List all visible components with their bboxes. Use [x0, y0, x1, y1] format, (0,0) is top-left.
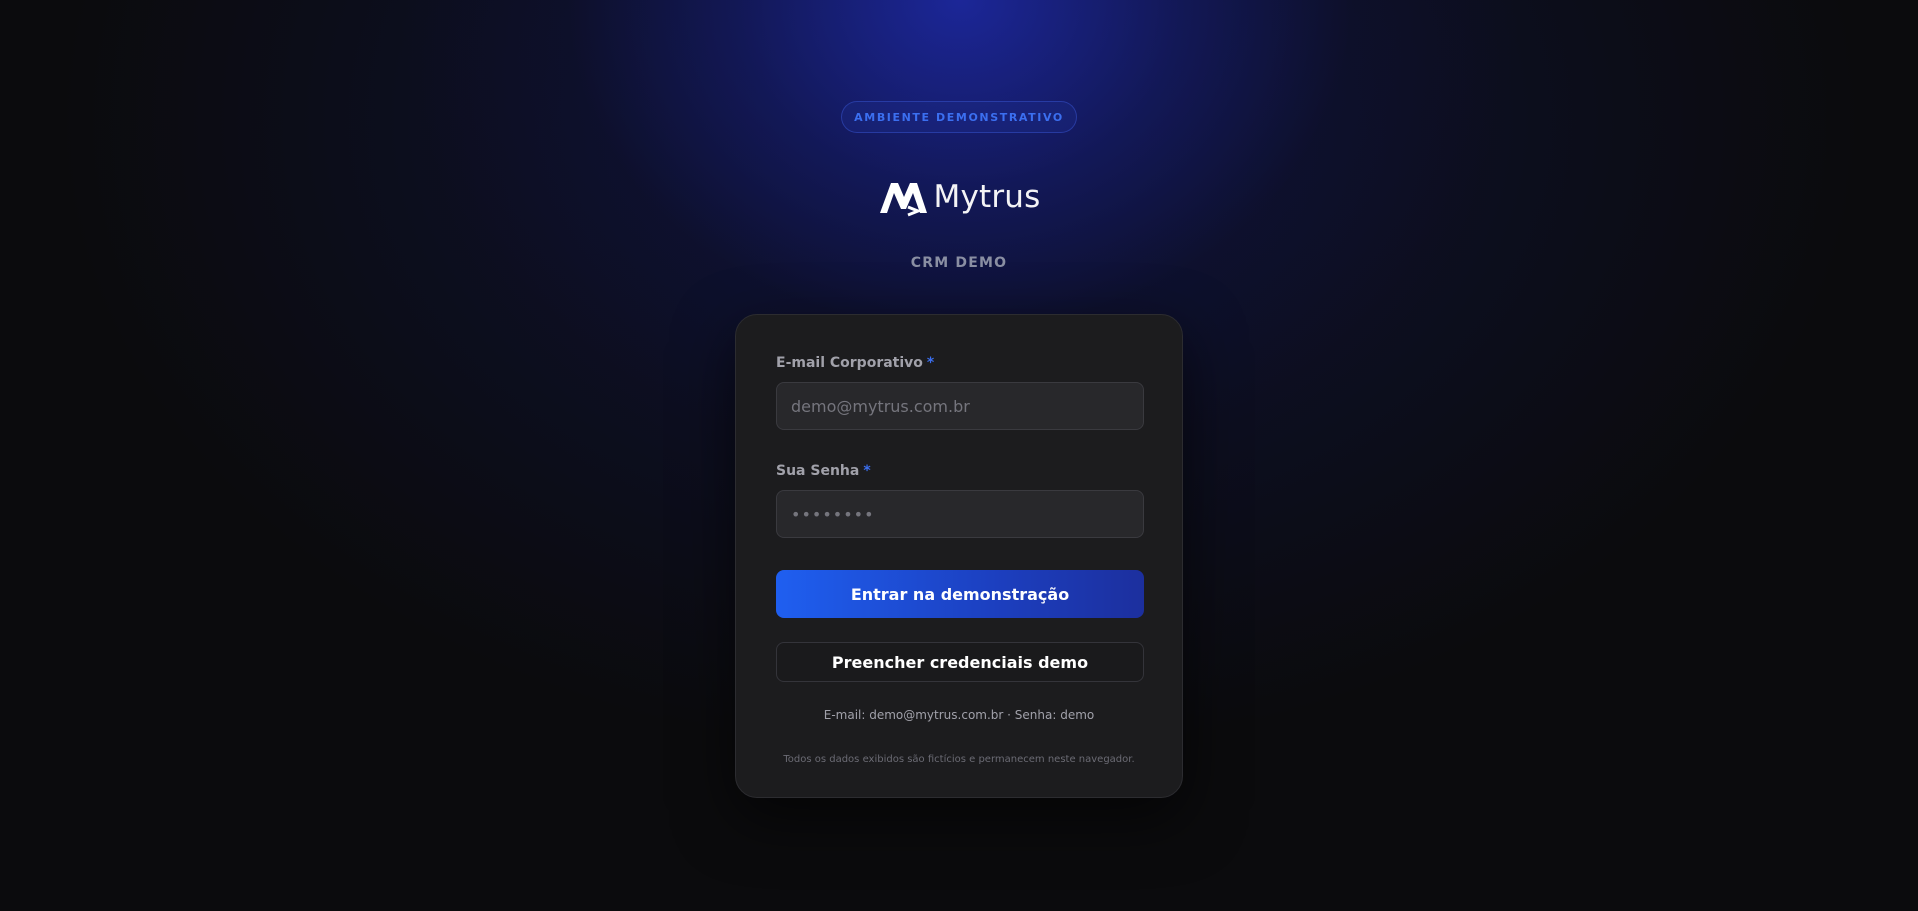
environment-badge: AMBIENTE DEMONSTRATIVO — [841, 101, 1077, 133]
login-page: AMBIENTE DEMONSTRATIVO Mytrus CRM DEMO E… — [0, 0, 1918, 798]
mytrus-logo-icon — [878, 177, 928, 217]
demo-disclaimer: Todos os dados exibidos são fictícios e … — [783, 754, 1135, 765]
password-required-mark: * — [863, 463, 871, 479]
fill-demo-credentials-button[interactable]: Preencher credenciais demo — [776, 642, 1144, 682]
email-label-text: E-mail Corporativo — [776, 355, 923, 371]
brand-name: Mytrus — [933, 179, 1041, 215]
product-subtitle: CRM DEMO — [910, 255, 1008, 271]
demo-credentials-hint: E-mail: demo@mytrus.com.br · Senha: demo — [823, 708, 1095, 722]
password-label-text: Sua Senha — [776, 463, 860, 479]
email-label: E-mail Corporativo * — [776, 355, 1142, 373]
login-submit-button[interactable]: Entrar na demonstração — [776, 570, 1144, 618]
password-label: Sua Senha * — [776, 463, 1142, 481]
login-card: E-mail Corporativo* Sua Senha* Entrar na… — [735, 314, 1183, 798]
email-field[interactable] — [776, 382, 1144, 430]
password-field[interactable] — [776, 490, 1144, 538]
brand-logo: Mytrus — [878, 176, 1041, 218]
email-required-mark: * — [926, 355, 935, 371]
corner-indicator-icon — [1904, 903, 1918, 911]
